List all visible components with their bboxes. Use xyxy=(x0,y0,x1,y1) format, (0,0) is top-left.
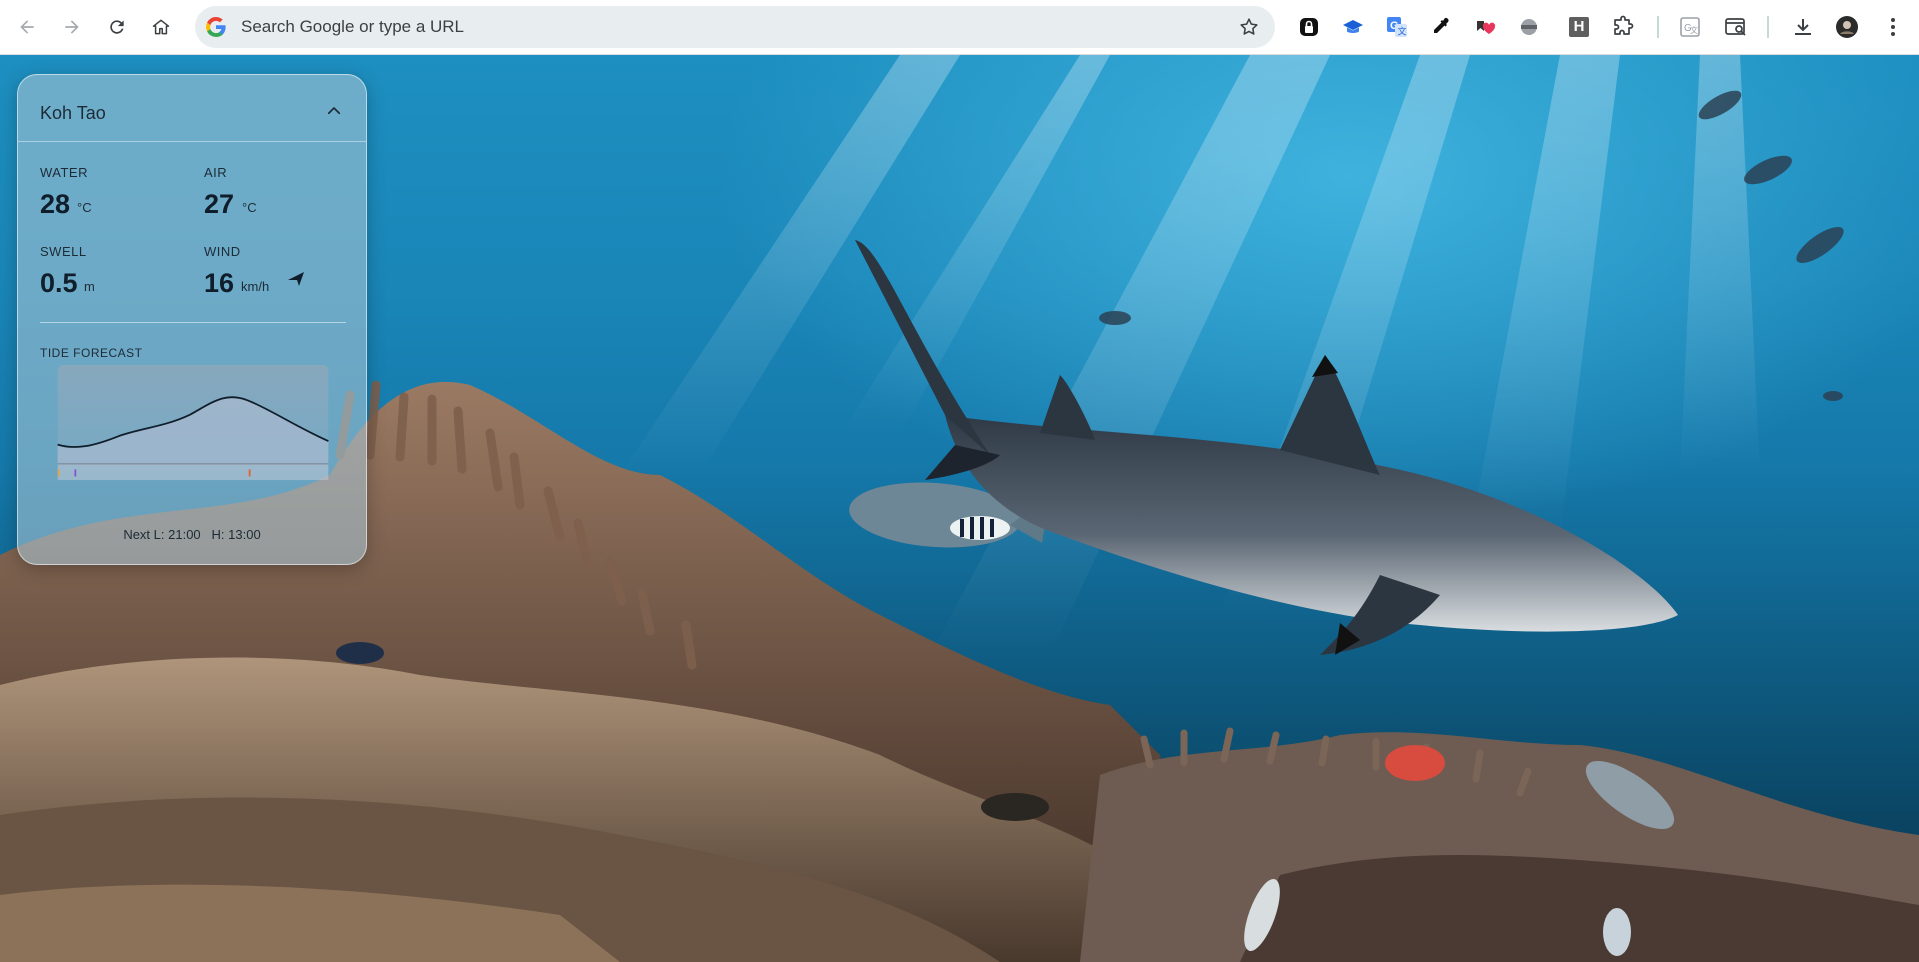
download-button[interactable] xyxy=(1789,13,1817,41)
tide-forecast-label: TIDE FORECAST xyxy=(40,346,143,360)
air-value: 27 xyxy=(204,189,235,219)
url-input[interactable] xyxy=(241,6,1141,48)
extensions-button[interactable] xyxy=(1609,13,1637,41)
water-value: 28 xyxy=(40,189,71,219)
download-icon xyxy=(1795,19,1811,35)
svg-text:文: 文 xyxy=(1690,25,1698,35)
puzzle-piece-icon xyxy=(1614,15,1634,35)
eyedropper-extension-button[interactable] xyxy=(1427,13,1455,41)
profile-button[interactable] xyxy=(1833,13,1861,41)
back-button[interactable] xyxy=(10,10,44,44)
forward-button[interactable] xyxy=(55,10,89,44)
arrow-right-icon xyxy=(65,20,79,34)
h-extension-letter: H xyxy=(1573,18,1585,35)
wind-unit: km/h xyxy=(241,279,270,294)
heart-extension-icon xyxy=(1477,21,1496,34)
grey-circle-extension-icon xyxy=(1521,19,1537,35)
google-translate-icon: G文 xyxy=(1680,17,1700,37)
star-icon[interactable] xyxy=(1238,16,1260,38)
tide-chart xyxy=(57,365,329,480)
svg-text:文: 文 xyxy=(1398,26,1407,37)
google-g-icon xyxy=(206,16,226,38)
reload-button[interactable] xyxy=(100,10,134,44)
eyedropper-extension-icon xyxy=(1434,18,1449,33)
air-unit: °C xyxy=(242,200,257,215)
chevron-up-icon xyxy=(327,107,341,115)
widget-header[interactable]: Koh Tao xyxy=(18,75,366,142)
graduation-cap-extension-icon xyxy=(1343,20,1363,33)
profile-avatar xyxy=(1836,16,1858,38)
translate-extension-button[interactable]: G文 xyxy=(1383,13,1411,41)
wind-label: WIND xyxy=(204,244,241,259)
arrow-left-icon xyxy=(20,20,34,34)
toolbar-separator xyxy=(1767,16,1769,38)
grey-circle-extension-button[interactable] xyxy=(1515,13,1543,41)
water-label: WATER xyxy=(40,165,88,180)
next-low-time: 21:00 xyxy=(168,527,201,542)
next-low-label: Next L: xyxy=(123,527,165,542)
home-icon xyxy=(152,19,170,35)
next-high-label: H: xyxy=(211,527,225,542)
tide-summary: Next L: 21:00 H: 13:00 xyxy=(18,527,366,542)
swell-label: SWELL xyxy=(40,244,87,259)
location-title: Koh Tao xyxy=(40,103,106,123)
translate-extension-icon: G文 xyxy=(1387,17,1407,37)
air-label: AIR xyxy=(204,165,228,180)
tab-search-button[interactable] xyxy=(1722,13,1750,41)
kebab-menu-icon xyxy=(1891,18,1895,36)
next-high-time: 13:00 xyxy=(228,527,261,542)
reload-icon xyxy=(110,20,124,34)
google-translate-button[interactable]: G文 xyxy=(1676,13,1704,41)
swell-unit: m xyxy=(84,279,95,294)
home-button[interactable] xyxy=(144,10,178,44)
swell-value: 0.5 xyxy=(40,268,78,298)
browser-menu-button[interactable] xyxy=(1879,13,1907,41)
padlock-extension-icon xyxy=(1300,18,1318,36)
toolbar-separator xyxy=(1657,16,1659,38)
heart-extension-button[interactable] xyxy=(1471,13,1499,41)
wind-value: 16 xyxy=(204,268,235,298)
browser-toolbar: G文 H G文 xyxy=(0,0,1919,55)
collapse-button[interactable] xyxy=(322,99,346,123)
omnibox[interactable] xyxy=(195,6,1275,48)
water-unit: °C xyxy=(77,200,92,215)
padlock-extension-button[interactable] xyxy=(1295,13,1323,41)
wind-direction-arrow-icon xyxy=(288,272,304,286)
graduation-cap-extension-button[interactable] xyxy=(1339,13,1367,41)
tab-search-icon xyxy=(1725,18,1746,36)
h-extension-button[interactable]: H xyxy=(1565,13,1593,41)
weather-widget: Koh Tao WATER 28 °C AIR 27 °C SWELL 0.5 … xyxy=(17,74,367,565)
widget-divider xyxy=(40,322,346,323)
